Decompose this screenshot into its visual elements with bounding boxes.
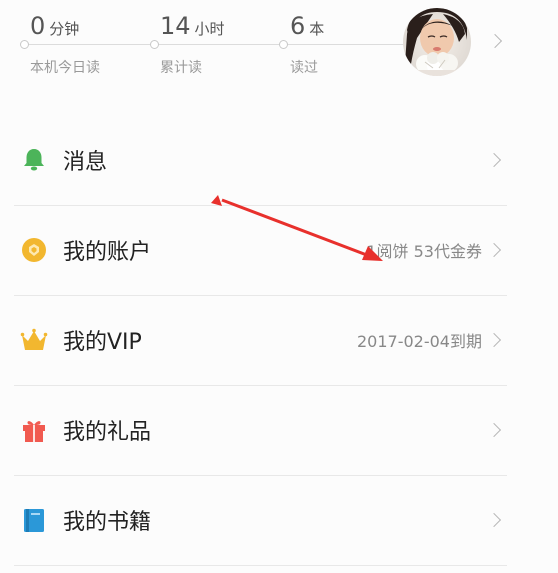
menu-item-title: 我的VIP bbox=[63, 330, 142, 355]
chevron-right-icon bbox=[486, 242, 502, 258]
menu-item-title: 我的礼品 bbox=[63, 420, 152, 445]
menu-item-title: 我的书籍 bbox=[63, 510, 152, 535]
menu-item-title: 我的账户 bbox=[63, 240, 152, 265]
gift-icon bbox=[23, 421, 45, 442]
stat-value: 14 bbox=[160, 12, 191, 40]
chevron-right-icon bbox=[486, 422, 502, 438]
stats-dot bbox=[279, 40, 288, 49]
stat-unit: 小时 bbox=[194, 20, 225, 38]
book-icon bbox=[24, 509, 44, 532]
menu-item-title: 消息 bbox=[63, 150, 108, 175]
coin-icon bbox=[22, 238, 46, 262]
crown-icon bbox=[20, 328, 48, 350]
stat-unit: 分钟 bbox=[49, 20, 80, 38]
stats-dot bbox=[150, 40, 159, 49]
chevron-right-icon[interactable] bbox=[487, 33, 503, 49]
stat-label: 累计读 bbox=[160, 60, 202, 76]
menu-item-books[interactable]: 我的书籍 bbox=[0, 475, 558, 565]
menu-item-vip[interactable]: 我的VIP 2017-02-04到期 bbox=[0, 295, 558, 385]
menu-item-account[interactable]: 我的账户 1阅饼 53代金券 bbox=[0, 205, 558, 295]
stat-label: 本机今日读 bbox=[30, 60, 100, 76]
chevron-right-icon bbox=[486, 512, 502, 528]
menu-item-gifts[interactable]: 我的礼品 bbox=[0, 385, 558, 475]
stat-total: 14 小时 累计读 bbox=[160, 12, 225, 76]
menu-item-messages[interactable]: 消息 bbox=[0, 115, 558, 205]
chevron-right-icon bbox=[486, 332, 502, 348]
chevron-right-icon bbox=[486, 152, 502, 168]
menu-item-value: 2017-02-04到期 bbox=[357, 332, 482, 351]
stat-label: 读过 bbox=[290, 60, 318, 76]
stat-value: 0 bbox=[30, 12, 46, 40]
divider bbox=[14, 565, 507, 566]
stat-books-read: 6本 读过 bbox=[290, 12, 325, 76]
reading-stats[interactable]: 0 分钟 本机今日读 14 小时 累计读 6本 读过 bbox=[0, 0, 558, 100]
stat-today: 0 分钟 本机今日读 bbox=[30, 12, 100, 76]
menu-item-value: 1阅饼 53代金券 bbox=[366, 242, 482, 261]
stats-track bbox=[24, 44, 422, 45]
stats-dot bbox=[20, 40, 29, 49]
bell-icon bbox=[24, 149, 44, 171]
avatar[interactable] bbox=[403, 8, 471, 76]
stat-unit: 本 bbox=[309, 20, 325, 38]
stat-value: 6 bbox=[290, 12, 306, 40]
